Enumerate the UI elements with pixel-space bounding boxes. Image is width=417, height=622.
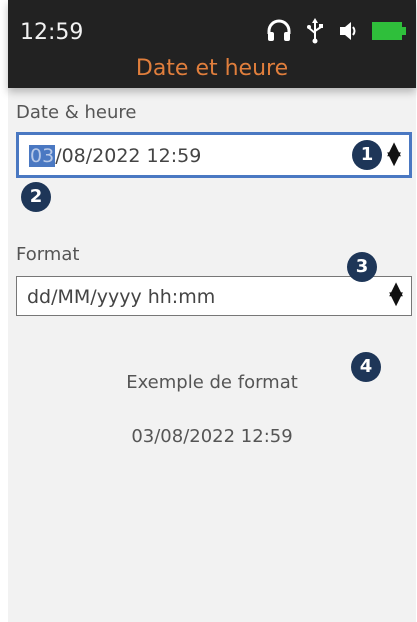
- callout-4: 4: [351, 352, 381, 382]
- arrow-down-icon[interactable]: ▼: [387, 150, 401, 168]
- clock-time: 12:59: [20, 20, 84, 45]
- date-time-rest: /08/2022 12:59: [55, 145, 202, 167]
- format-label: Format: [16, 244, 80, 265]
- day-segment[interactable]: 03: [29, 145, 56, 167]
- speaker-icon: [338, 18, 358, 44]
- format-stepper[interactable]: ▲ ▼: [389, 280, 403, 308]
- callout-1: 1: [352, 140, 382, 170]
- headphones-icon: [266, 18, 292, 44]
- example-value: 03/08/2022 12:59: [131, 426, 293, 447]
- callout-2: 2: [21, 182, 51, 212]
- date-time-stepper[interactable]: ▲ ▼: [387, 140, 401, 168]
- date-time-label: Date & heure: [16, 102, 137, 123]
- arrow-down-icon[interactable]: ▼: [389, 290, 403, 308]
- device-screen: 12:59 Date et heure Date & heure 03/08/2…: [8, 0, 416, 622]
- status-icons: [266, 18, 406, 44]
- status-bar: 12:59 Date et heure: [8, 0, 416, 88]
- format-selected-value: dd/MM/yyyy hh:mm: [27, 286, 216, 308]
- battery-icon: [372, 20, 406, 42]
- format-select[interactable]: dd/MM/yyyy hh:mm ▲ ▼: [16, 276, 412, 316]
- usb-icon: [306, 18, 324, 44]
- date-time-value: 03/08/2022 12:59: [29, 145, 201, 167]
- callout-3: 3: [347, 252, 377, 282]
- page-title: Date et heure: [135, 56, 289, 81]
